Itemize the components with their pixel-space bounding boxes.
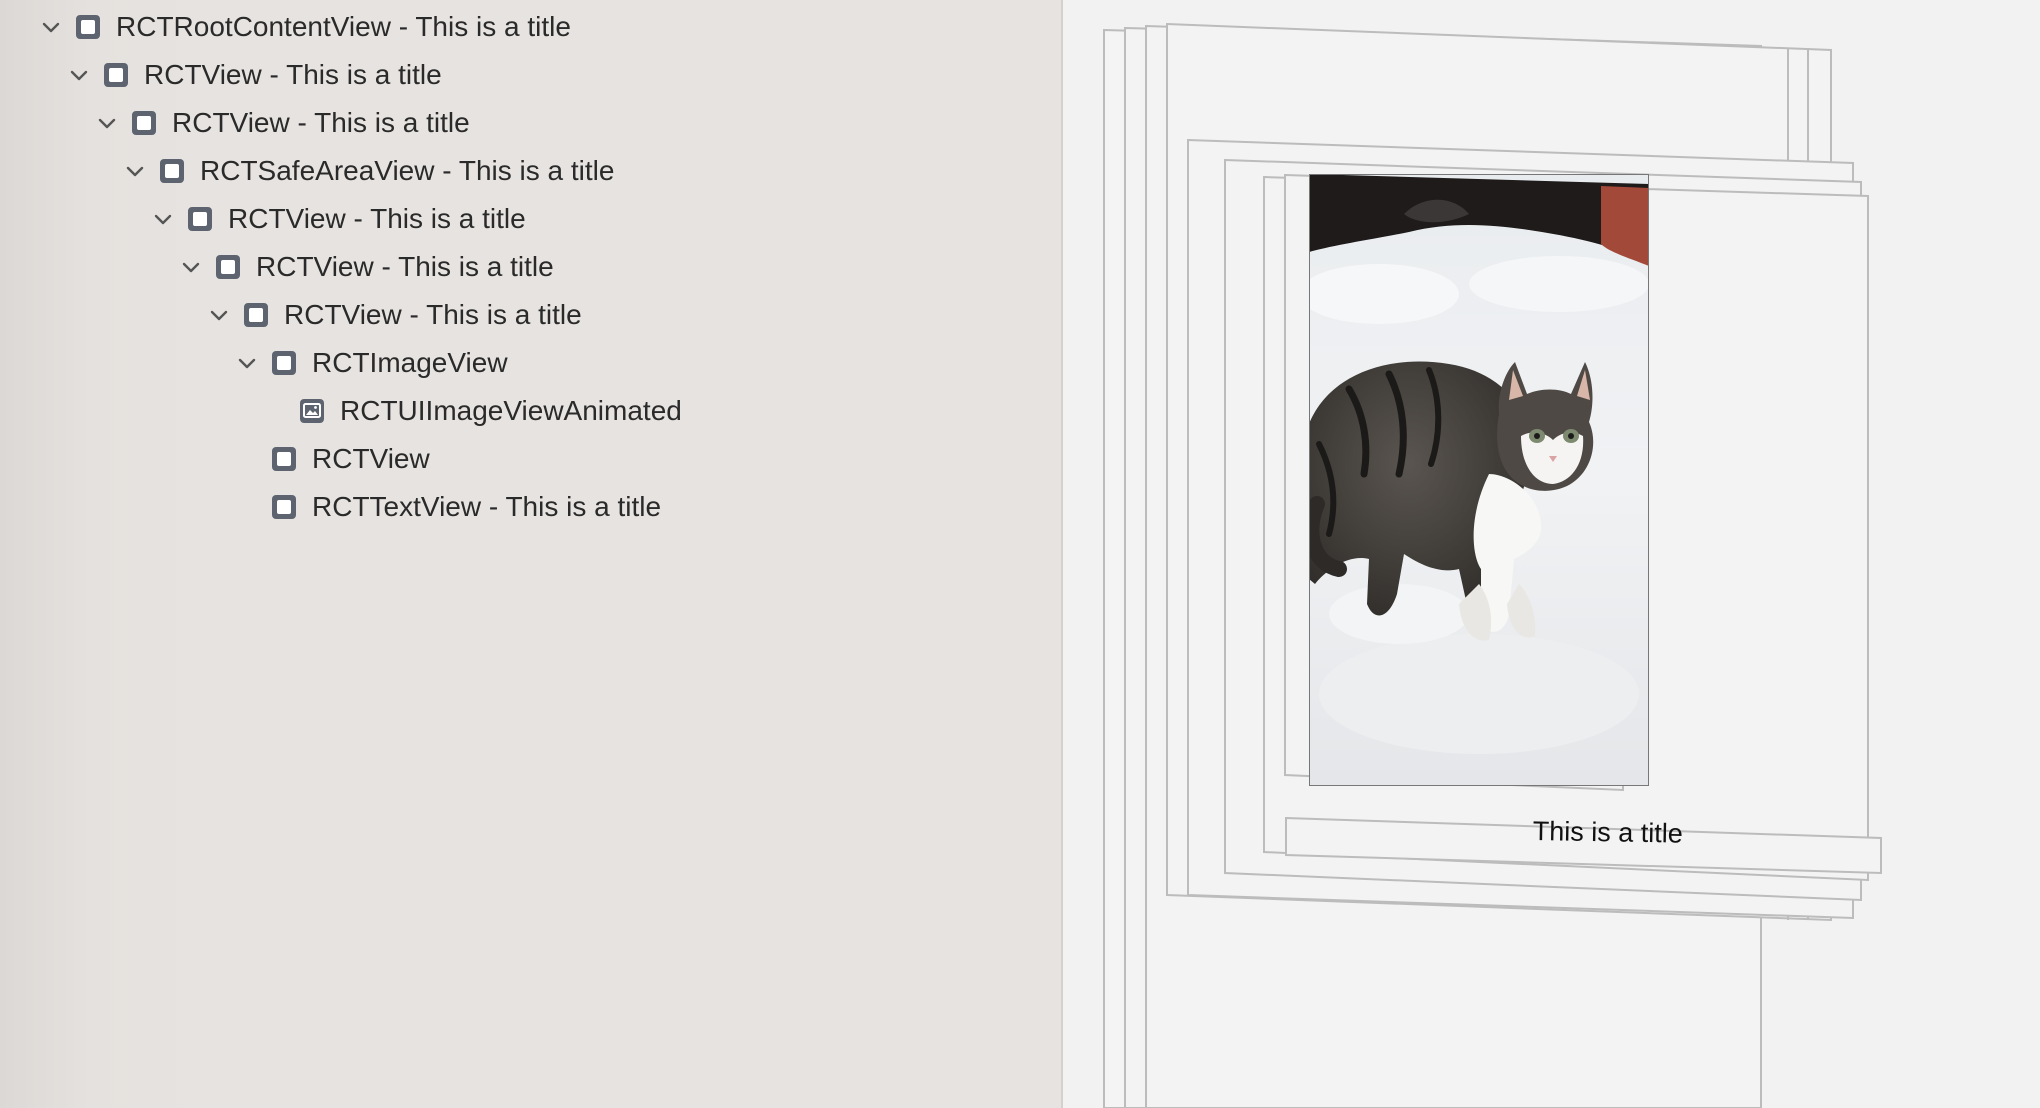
tree-row-rct-view[interactable]: RCTView - This is a title — [96, 99, 470, 147]
text-view-title: This is a title — [1532, 816, 1684, 849]
tree-row-rct-safe-area-view[interactable]: RCTSafeAreaView - This is a title — [124, 147, 614, 195]
view-box-icon — [158, 157, 186, 185]
tree-row-rct-view[interactable]: RCTView - This is a title — [180, 243, 554, 291]
tree-row-rct-view[interactable]: RCTView — [236, 435, 430, 483]
tree-row-label: RCTView - This is a title — [172, 107, 470, 138]
chevron-down-icon[interactable] — [40, 16, 62, 38]
tree-row-label: RCTUIImageViewAnimated — [340, 395, 682, 426]
tree-row-label: RCTView - This is a title — [144, 59, 442, 90]
tree-row-label: RCTImageView — [312, 347, 508, 378]
chevron-down-icon[interactable] — [68, 64, 90, 86]
view-hierarchy-navigator: RCTRootContentView - This is a title RCT… — [0, 0, 1063, 1108]
view-debugger-window: RCTRootContentView - This is a title RCT… — [0, 0, 2040, 1108]
view-box-icon — [270, 493, 298, 521]
tree-row-label: RCTView — [312, 443, 430, 474]
chevron-down-icon[interactable] — [152, 208, 174, 230]
tree-row-rct-view[interactable]: RCTView - This is a title — [208, 291, 582, 339]
chevron-down-icon[interactable] — [208, 304, 230, 326]
view-box-icon — [270, 349, 298, 377]
view-box-icon — [214, 253, 242, 281]
view-box-icon — [270, 445, 298, 473]
view-box-icon — [102, 61, 130, 89]
chevron-down-icon[interactable] — [180, 256, 202, 278]
tree-row-rct-ui-image-view-animated[interactable]: RCTUIImageViewAnimated — [264, 387, 682, 435]
tree-row-rct-root-content-view[interactable]: RCTRootContentView - This is a title — [40, 3, 571, 51]
tree-row-label: RCTTextView - This is a title — [312, 491, 662, 522]
kitten-in-snow-photo[interactable] — [1309, 174, 1649, 786]
tree-row-label: RCTView - This is a title — [256, 251, 554, 282]
view-debugger-canvas[interactable]: This is a title — [1063, 0, 2040, 1108]
tree-row-rct-view[interactable]: RCTView - This is a title — [152, 195, 526, 243]
view-box-icon — [130, 109, 158, 137]
view-box-icon — [74, 13, 102, 41]
view-box-icon — [242, 301, 270, 329]
tree-row-rct-image-view[interactable]: RCTImageView — [236, 339, 508, 387]
chevron-down-icon[interactable] — [96, 112, 118, 134]
tree-row-label: RCTSafeAreaView - This is a title — [200, 155, 615, 186]
tree-row-label: RCTRootContentView - This is a title — [116, 11, 571, 42]
tree-row-rct-view[interactable]: RCTView - This is a title — [68, 51, 442, 99]
view-box-icon — [186, 205, 214, 233]
chevron-down-icon[interactable] — [236, 352, 258, 374]
image-view-icon — [298, 397, 326, 425]
tree-row-label: RCTView - This is a title — [284, 299, 582, 330]
tree-row-label: RCTView - This is a title — [228, 203, 526, 234]
chevron-down-icon[interactable] — [124, 160, 146, 182]
tree-row-rct-text-view[interactable]: RCTTextView - This is a title — [236, 483, 661, 531]
